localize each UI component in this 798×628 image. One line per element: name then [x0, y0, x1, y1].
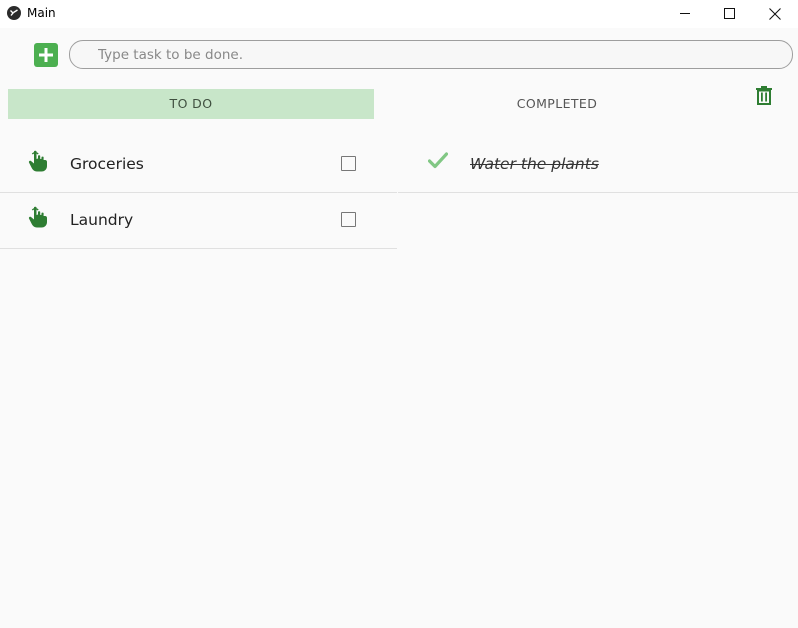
- window-title: Main: [27, 6, 56, 20]
- checkmark-icon: [427, 152, 449, 169]
- minimize-icon: [680, 13, 690, 14]
- todo-list: Groceries Laundry: [0, 137, 397, 249]
- tab-completed[interactable]: COMPLETED: [374, 89, 740, 119]
- maximize-icon: [724, 8, 735, 19]
- todo-item-label: Laundry: [70, 211, 134, 229]
- completed-list: Water the plants: [398, 137, 798, 193]
- close-button[interactable]: [752, 0, 798, 28]
- trash-icon: [756, 86, 772, 105]
- completed-item-label: Water the plants: [470, 155, 599, 173]
- app-logo-icon: [7, 6, 21, 20]
- task-input[interactable]: [69, 40, 793, 69]
- clear-completed-button[interactable]: [755, 86, 773, 105]
- todo-item-checkbox[interactable]: [341, 212, 356, 227]
- tab-todo[interactable]: TO DO: [8, 89, 374, 119]
- drag-hand-icon[interactable]: [28, 150, 48, 172]
- close-icon: [769, 8, 781, 20]
- todo-item[interactable]: Groceries: [0, 137, 397, 193]
- todo-item[interactable]: Laundry: [0, 193, 397, 249]
- drag-hand-icon[interactable]: [28, 206, 48, 228]
- plus-icon: [39, 48, 53, 62]
- add-task-button[interactable]: [34, 43, 58, 67]
- todo-item-label: Groceries: [70, 155, 144, 173]
- completed-item[interactable]: Water the plants: [398, 137, 798, 193]
- title-bar: Main: [0, 0, 798, 28]
- todo-item-checkbox[interactable]: [341, 156, 356, 171]
- minimize-button[interactable]: [662, 0, 708, 28]
- maximize-button[interactable]: [706, 0, 752, 28]
